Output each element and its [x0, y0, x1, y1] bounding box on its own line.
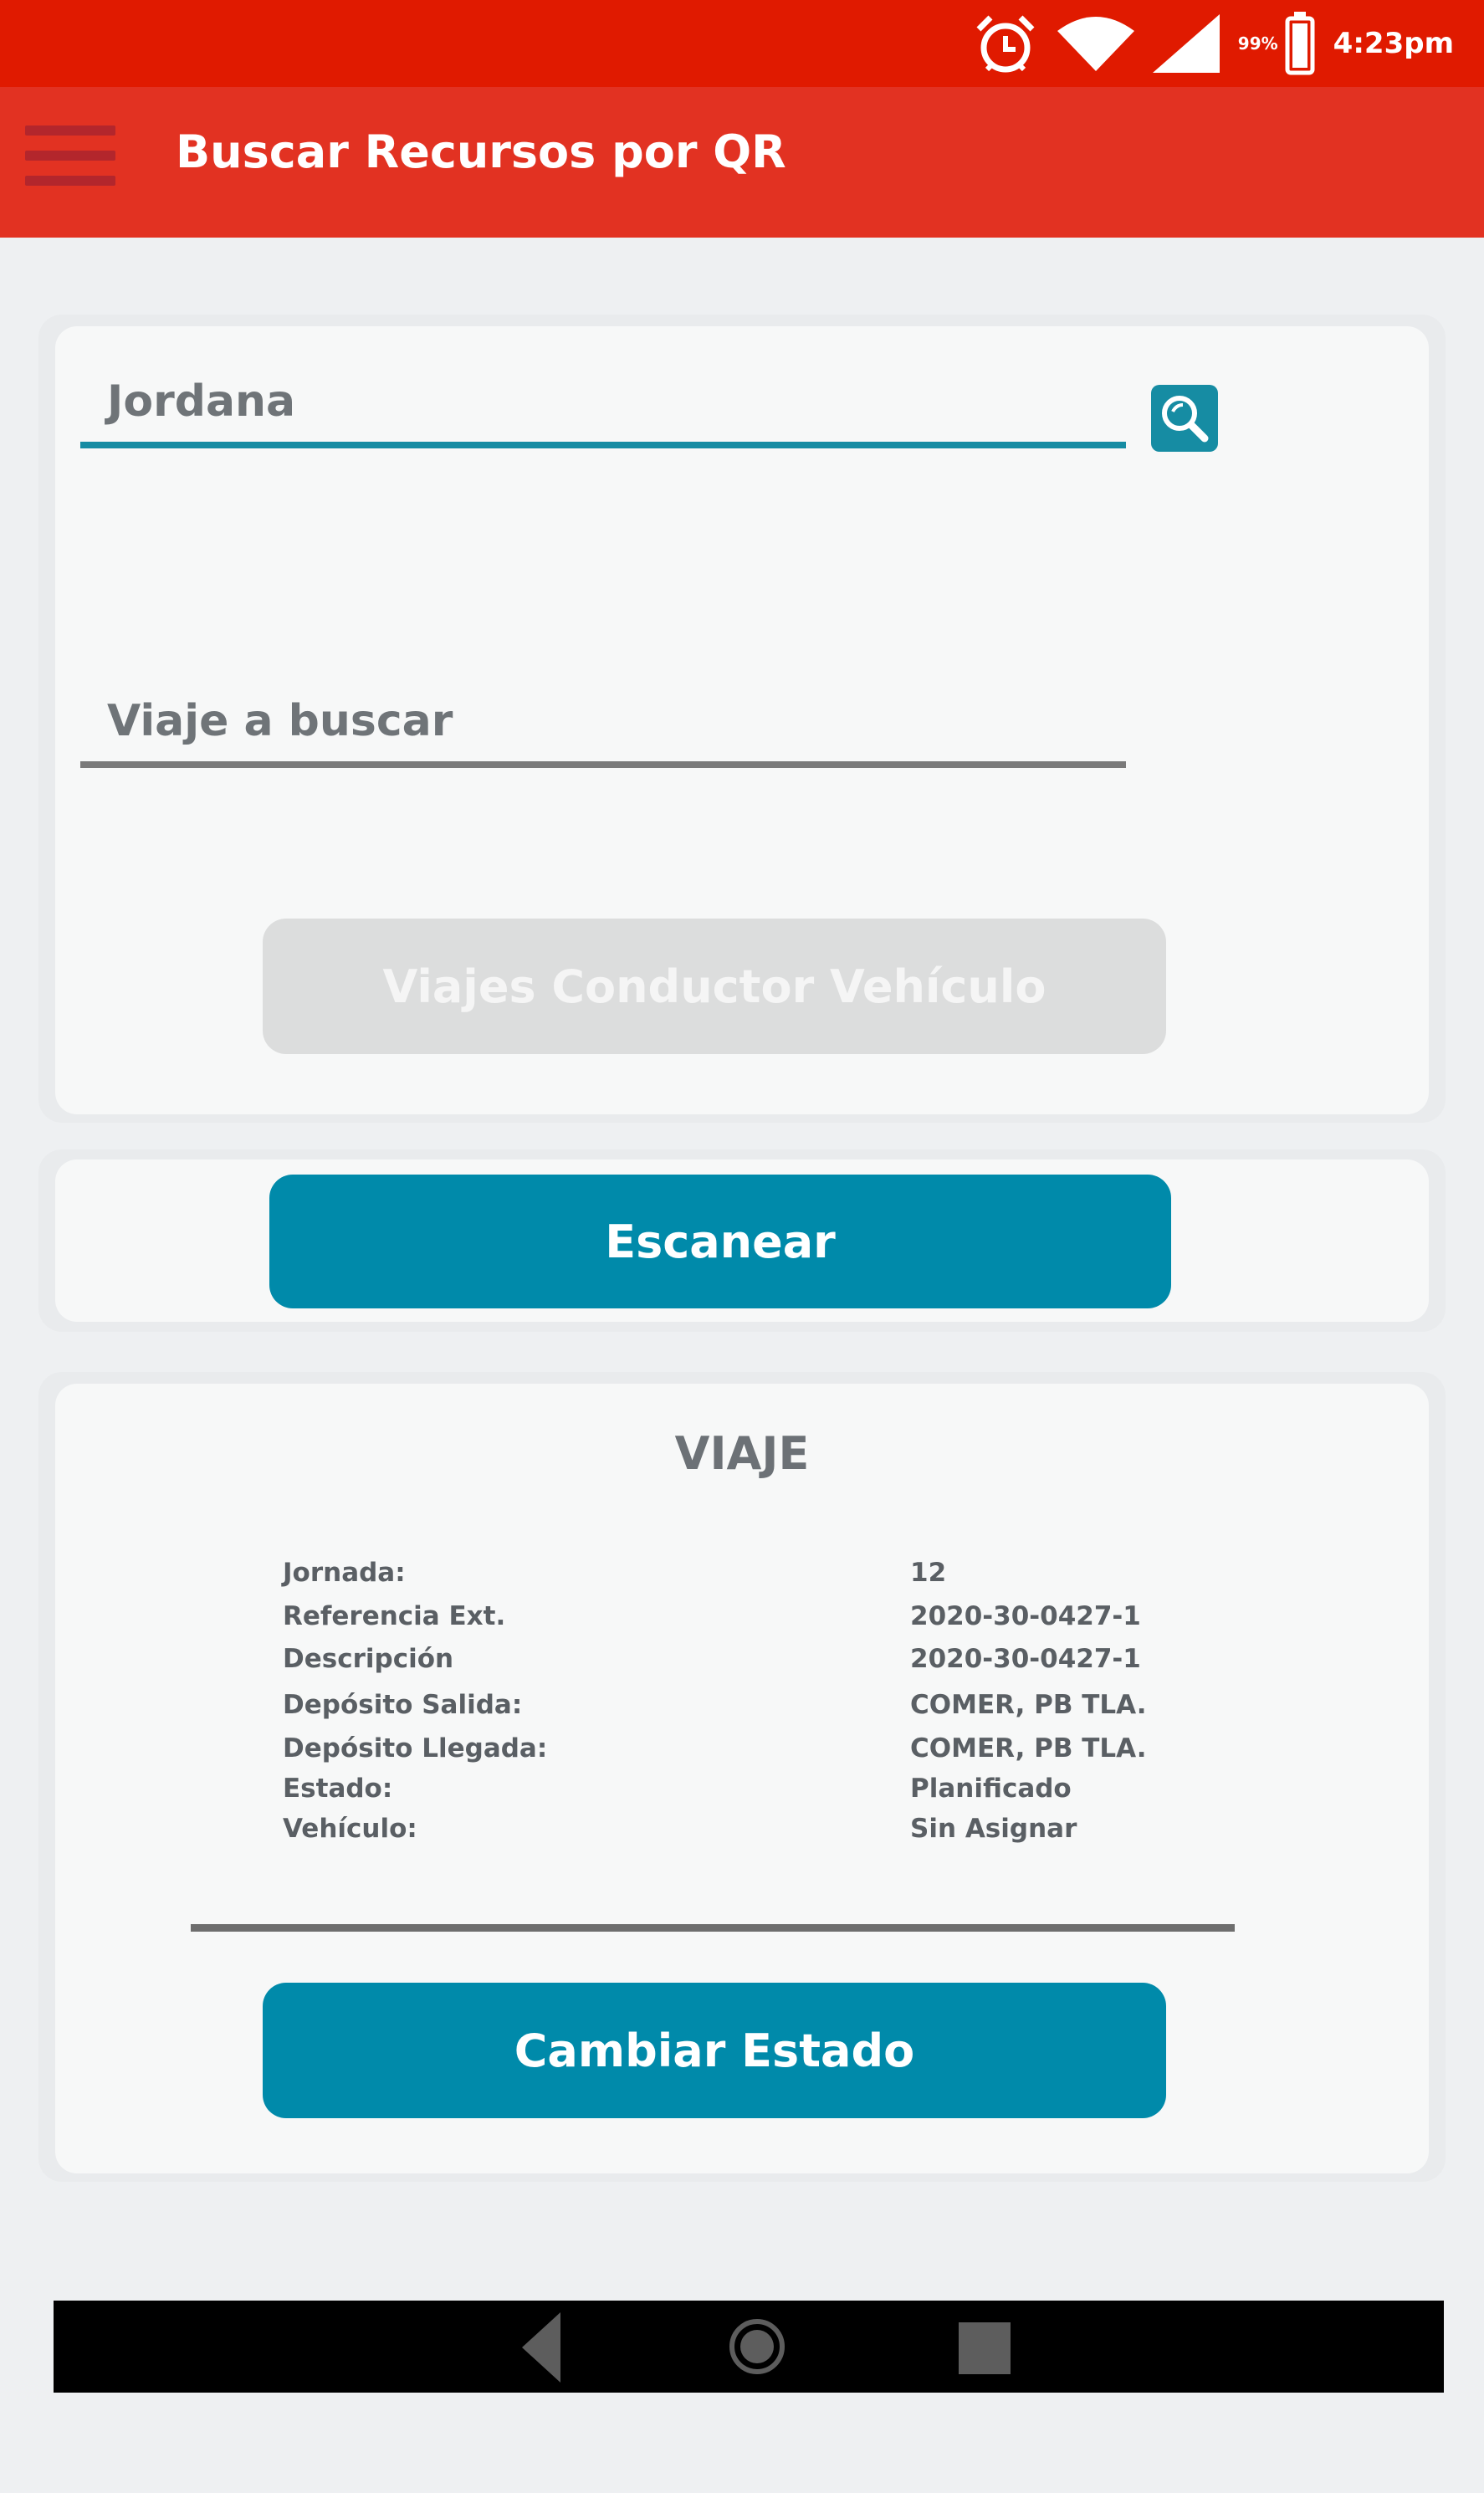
- wifi-icon: [1057, 17, 1134, 71]
- detail-label: Vehículo:: [283, 1814, 417, 1844]
- detail-value: 2020-30-0427-1: [910, 1644, 1141, 1674]
- driver-field-underline: [80, 442, 1126, 448]
- detail-label: Depósito Salida:: [283, 1690, 523, 1720]
- back-icon[interactable]: [522, 2312, 560, 2383]
- change-state-button[interactable]: Cambiar Estado: [263, 1983, 1166, 2118]
- detail-row-vehiculo: Vehículo: Sin Asignar: [283, 1814, 1203, 1852]
- trip-search-field[interactable]: Viaje a buscar: [80, 634, 1126, 768]
- trip-search-placeholder: Viaje a buscar: [107, 696, 453, 746]
- detail-row-deposito-llegada: Depósito Llegada: COMER, PB TLA.: [283, 1733, 1203, 1772]
- recents-icon[interactable]: [959, 2322, 1011, 2374]
- app-bar: Buscar Recursos por QR: [0, 87, 1484, 238]
- trip-section-title: VIAJE: [674, 1427, 810, 1480]
- home-icon[interactable]: [729, 2319, 785, 2374]
- detail-value: Planificado: [910, 1774, 1072, 1804]
- detail-row-estado: Estado: Planificado: [283, 1774, 1203, 1812]
- driver-field[interactable]: Jordana: [80, 315, 1126, 448]
- status-bar: 99% 4:23pm: [0, 0, 1484, 87]
- scan-button[interactable]: Escanear: [269, 1175, 1171, 1308]
- status-icons: 99% 4:23pm: [972, 8, 1454, 79]
- driver-field-value: Jordana: [107, 376, 296, 427]
- system-nav-bar: [54, 2301, 1444, 2393]
- detail-label: Depósito Llegada:: [283, 1733, 548, 1764]
- driver-vehicle-trips-button[interactable]: Viajes Conductor Vehículo: [263, 919, 1166, 1054]
- detail-row-jornada: Jornada: 12: [283, 1558, 1203, 1596]
- signal-icon: [1152, 14, 1220, 73]
- magnifier-icon: [1162, 396, 1209, 443]
- trip-search-underline: [80, 761, 1126, 768]
- divider: [191, 1924, 1235, 1932]
- detail-label: Jornada:: [283, 1558, 406, 1588]
- alarm-icon: [976, 15, 1035, 73]
- page-title: Buscar Recursos por QR: [176, 125, 786, 178]
- detail-label: Estado:: [283, 1774, 393, 1804]
- search-button[interactable]: [1151, 385, 1218, 452]
- detail-value: 12: [910, 1558, 947, 1588]
- detail-value: COMER, PB TLA.: [910, 1733, 1147, 1764]
- detail-row-referencia: Referencia Ext. 2020-30-0427-1: [283, 1601, 1203, 1640]
- battery-percentage: 99%: [1237, 33, 1278, 54]
- battery-icon: [1285, 12, 1315, 75]
- detail-value: 2020-30-0427-1: [910, 1601, 1141, 1631]
- detail-value: Sin Asignar: [910, 1814, 1077, 1844]
- detail-row-deposito-salida: Depósito Salida: COMER, PB TLA.: [283, 1690, 1203, 1728]
- detail-label: Descripción: [283, 1644, 454, 1674]
- status-time: 4:23pm: [1333, 27, 1454, 60]
- detail-row-descripcion: Descripción 2020-30-0427-1: [283, 1644, 1203, 1682]
- detail-value: COMER, PB TLA.: [910, 1690, 1147, 1720]
- detail-label: Referencia Ext.: [283, 1601, 506, 1631]
- hamburger-menu-icon[interactable]: [25, 125, 115, 186]
